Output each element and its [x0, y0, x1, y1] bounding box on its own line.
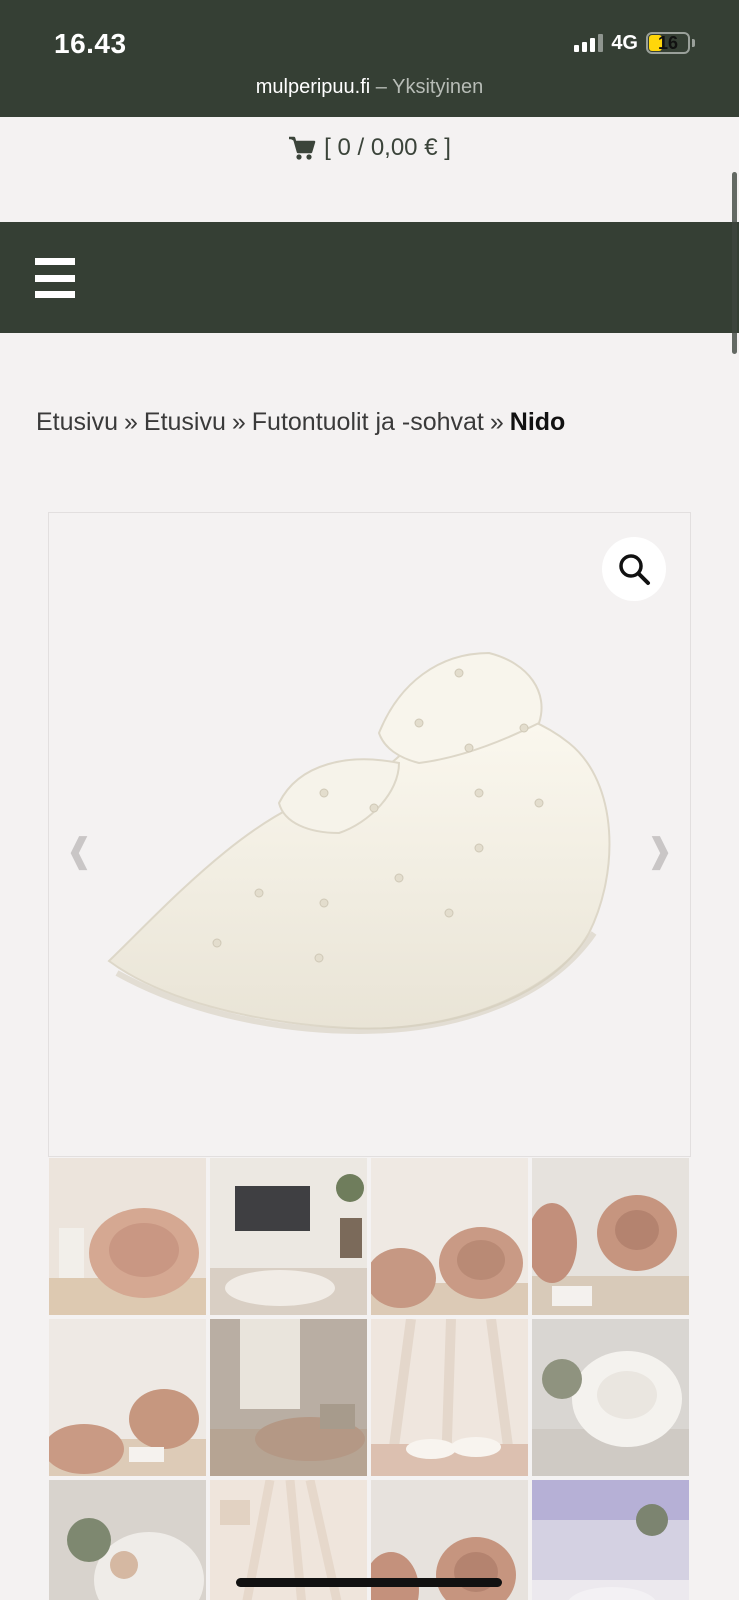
cart-summary[interactable]: [ 0 / 0,00 € ] — [0, 134, 739, 162]
breadcrumb: Etusivu» Etusivu» Futontuolit ja -sohvat» N… — [36, 408, 565, 437]
private-mode-label: – Yksityinen — [375, 76, 484, 98]
thumbnail[interactable] — [210, 1319, 367, 1476]
product-gallery[interactable]: ❰ ❱ — [48, 512, 691, 1157]
thumbnail[interactable] — [532, 1158, 689, 1315]
status-bar: 16.43 4G 16 mulperipuu.fi – Yksityinen — [0, 0, 739, 117]
status-time: 16.43 — [54, 28, 127, 59]
thumbnail[interactable] — [49, 1319, 206, 1476]
product-image-nido-futon — [107, 651, 611, 1035]
breadcrumb-separator: » — [489, 408, 504, 436]
cart-icon — [289, 136, 316, 160]
zoom-button[interactable] — [602, 537, 666, 601]
url-host: mulperipuu.fi — [255, 76, 371, 98]
breadcrumb-separator: » — [123, 408, 138, 436]
page-scrollbar[interactable] — [732, 172, 737, 354]
thumbnail[interactable] — [49, 1158, 206, 1315]
thumbnail[interactable] — [210, 1158, 367, 1315]
hamburger-menu-icon[interactable] — [35, 258, 75, 298]
thumbnail[interactable] — [532, 1480, 689, 1600]
cellular-signal-icon — [574, 34, 604, 52]
breadcrumb-separator: » — [231, 408, 246, 436]
cart-total: [ 0 / 0,00 € ] — [324, 134, 451, 161]
gallery-prev-arrow[interactable]: ❰ — [65, 831, 94, 871]
system-indicators: 4G 16 — [574, 31, 695, 55]
gallery-next-arrow[interactable]: ❱ — [646, 831, 675, 871]
thumbnail-grid — [49, 1158, 692, 1600]
battery-cap — [692, 39, 695, 47]
battery-icon: 16 — [646, 32, 690, 54]
breadcrumb-home-2[interactable]: Etusivu — [144, 408, 226, 436]
breadcrumb-current: Nido — [509, 408, 566, 436]
main-navbar — [0, 222, 739, 333]
thumbnail[interactable] — [532, 1319, 689, 1476]
battery-level: 16 — [657, 33, 679, 53]
network-type: 4G — [611, 31, 638, 54]
magnifier-icon — [619, 554, 650, 585]
thumbnail[interactable] — [371, 1158, 528, 1315]
breadcrumb-home[interactable]: Etusivu — [36, 408, 118, 436]
address-bar[interactable]: mulperipuu.fi – Yksityinen — [0, 76, 739, 99]
thumbnail[interactable] — [49, 1480, 206, 1600]
home-indicator[interactable] — [236, 1578, 502, 1587]
breadcrumb-category[interactable]: Futontuolit ja -sohvat — [252, 408, 484, 436]
thumbnail[interactable] — [371, 1319, 528, 1476]
